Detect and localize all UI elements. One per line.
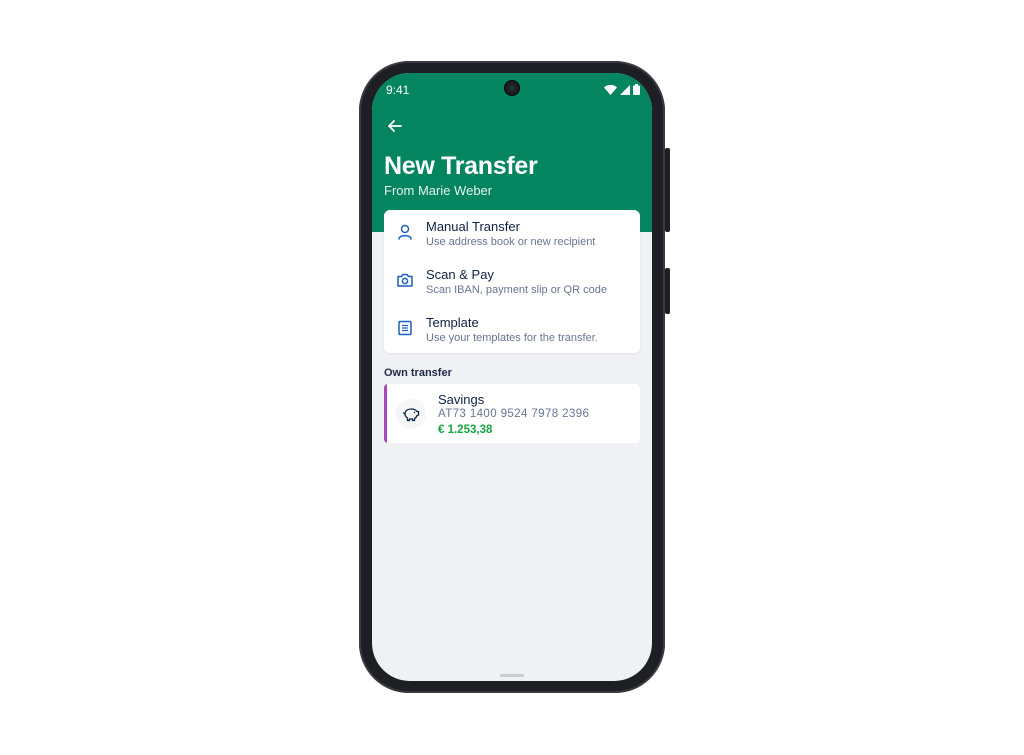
account-name: Savings bbox=[438, 392, 485, 407]
account-card-savings[interactable]: Savings AT73 1400 9524 7978 2396 € 1.253… bbox=[384, 384, 640, 443]
option-subtitle: Use your templates for the transfer. bbox=[426, 332, 598, 344]
signal-icon bbox=[620, 84, 630, 95]
account-balance: € 1.253,38 bbox=[438, 424, 493, 436]
option-manual-transfer[interactable]: Manual Transfer Use address book or new … bbox=[384, 210, 640, 258]
option-title: Scan & Pay bbox=[426, 267, 494, 282]
page-subtitle: From Marie Weber bbox=[384, 183, 493, 198]
wifi-icon bbox=[604, 84, 617, 95]
status-icons bbox=[604, 84, 640, 95]
option-subtitle: Scan IBAN, payment slip or QR code bbox=[426, 284, 607, 296]
option-template[interactable]: Template Use your templates for the tran… bbox=[384, 306, 640, 354]
battery-icon bbox=[633, 84, 640, 95]
option-scan-and-pay[interactable]: Scan & Pay Scan IBAN, payment slip or QR… bbox=[384, 258, 640, 306]
account-accent-bar bbox=[384, 384, 387, 443]
front-camera bbox=[504, 80, 520, 96]
person-icon bbox=[398, 224, 412, 240]
option-title: Manual Transfer bbox=[426, 219, 520, 234]
piggy-bank-icon bbox=[402, 408, 420, 422]
status-time: 9:41 bbox=[386, 83, 410, 97]
list-icon bbox=[398, 320, 412, 336]
account-iban: AT73 1400 9524 7978 2396 bbox=[438, 408, 590, 420]
camera-icon bbox=[397, 273, 413, 287]
option-subtitle: Use address book or new recipient bbox=[426, 236, 596, 248]
back-button[interactable] bbox=[384, 115, 406, 137]
volume-button bbox=[665, 148, 670, 232]
option-title: Template bbox=[426, 315, 479, 330]
transfer-options: Manual Transfer Use address book or new … bbox=[384, 210, 640, 353]
account-icon-circle bbox=[396, 399, 426, 429]
section-label-own-transfer: Own transfer bbox=[384, 367, 452, 379]
power-button bbox=[665, 268, 670, 314]
page-title: New Transfer bbox=[384, 152, 538, 180]
screen: 9:41 New Transfer From Marie Weber Manua… bbox=[372, 73, 652, 681]
home-indicator[interactable] bbox=[500, 674, 524, 677]
arrow-left-icon bbox=[388, 120, 402, 132]
